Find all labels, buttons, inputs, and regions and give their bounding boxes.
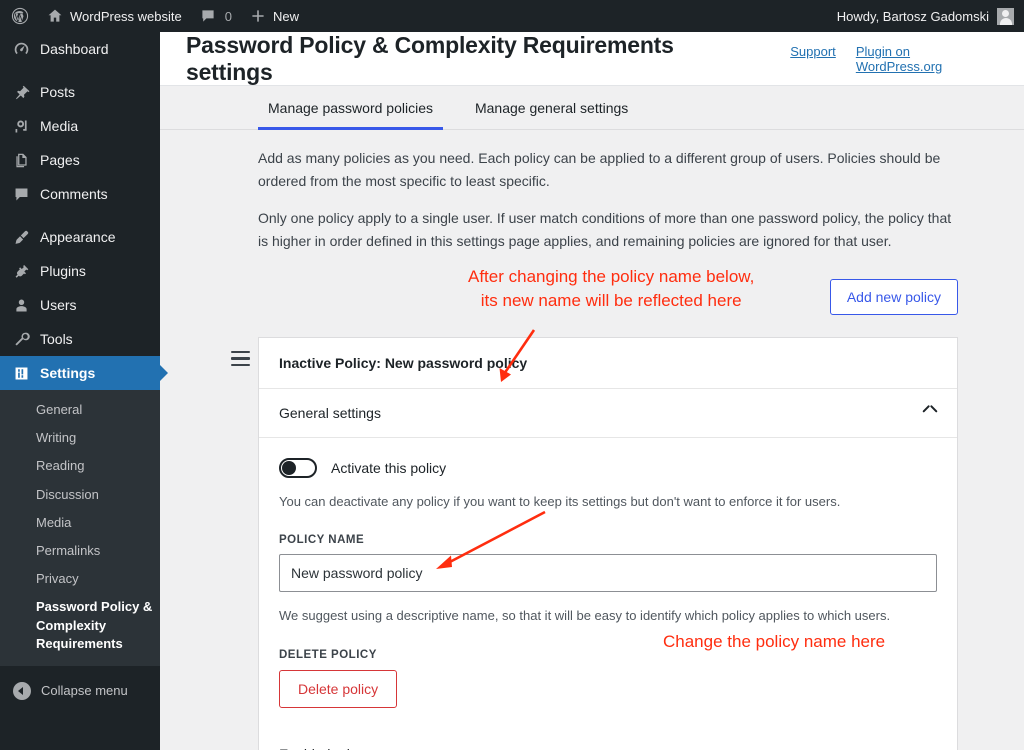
accordion-label: General settings — [279, 404, 381, 421]
tab-manage-general-settings[interactable]: Manage general settings — [465, 86, 638, 130]
sidebar-item-label: Dashboard — [40, 41, 109, 57]
policy-card-title: Inactive Policy: New password policy — [259, 338, 957, 389]
paintbrush-icon — [11, 229, 31, 246]
header-links: Support Plugin on WordPress.org — [790, 44, 1000, 74]
sidebar-item-users[interactable]: Users — [0, 288, 160, 322]
sidebar-item-posts[interactable]: Posts — [0, 75, 160, 109]
sidebar-item-appearance[interactable]: Appearance — [0, 220, 160, 254]
page-icon — [11, 152, 31, 169]
policy-name-helper: We suggest using a descriptive name, so … — [279, 608, 891, 624]
sidebar-item-settings[interactable]: Settings — [0, 356, 160, 390]
new-content-label: New — [272, 8, 299, 24]
accordion-header-enabled-rules[interactable]: Enabled rules — [259, 730, 957, 750]
howdy-user-menu[interactable]: Howdy, Bartosz Gadomski — [837, 0, 989, 32]
sidebar-item-label: Comments — [40, 186, 108, 202]
tab-panel-password-policies: Add as many policies as you need. Each p… — [160, 147, 1024, 750]
sidebar-item-label: Pages — [40, 152, 80, 168]
submenu-item-reading[interactable]: Reading — [0, 452, 160, 480]
accordion-label: Enabled rules — [279, 746, 365, 750]
home-icon — [47, 8, 63, 25]
general-settings-body: Activate this policy You can deactivate … — [259, 438, 957, 730]
annotation-policy-name-reflected: After changing the policy name below, it… — [468, 265, 754, 314]
annotation-line-2: its new name will be reflected here — [480, 291, 742, 311]
settings-sliders-icon — [11, 365, 31, 382]
sidebar-item-comments[interactable]: Comments — [0, 177, 160, 211]
submenu-item-writing[interactable]: Writing — [0, 424, 160, 452]
howdy-label: Howdy, Bartosz Gadomski — [836, 8, 989, 24]
comments-count: 0 — [224, 8, 232, 24]
sidebar-item-dashboard[interactable]: Dashboard — [0, 32, 160, 66]
annotation-row: After changing the policy name below, it… — [258, 261, 1024, 335]
wordpress-logo-icon — [11, 7, 29, 25]
tab-manage-password-policies[interactable]: Manage password policies — [258, 86, 443, 130]
plugin-on-wordpress-link[interactable]: Plugin on WordPress.org — [856, 44, 1000, 74]
accordion-header-general-settings[interactable]: General settings — [259, 389, 957, 438]
collapse-arrow-icon — [13, 681, 31, 700]
annotation-line-1: After changing the policy name below, — [468, 266, 755, 286]
sidebar-item-label: Settings — [40, 365, 96, 381]
activate-policy-label: Activate this policy — [331, 459, 447, 476]
site-name-label: WordPress website — [70, 8, 182, 24]
pin-icon — [11, 84, 31, 101]
submenu-item-privacy[interactable]: Privacy — [0, 565, 160, 593]
annotation-change-policy-name: Change the policy name here — [663, 632, 886, 651]
new-content-button[interactable]: New — [241, 0, 308, 32]
submenu-item-general[interactable]: General — [0, 396, 160, 424]
plus-icon — [250, 8, 266, 25]
site-name-button[interactable]: WordPress website — [38, 0, 191, 32]
submenu-item-password-policy[interactable]: Password Policy & Complexity Requirement… — [0, 593, 160, 658]
sidebar-item-label: Users — [40, 297, 77, 313]
page-header: Password Policy & Complexity Requirement… — [160, 32, 1024, 86]
admin-bar: WordPress website 0 New Howdy, Bartosz G… — [0, 0, 1024, 32]
submenu-item-permalinks[interactable]: Permalinks — [0, 537, 160, 565]
collapse-menu-button[interactable]: Collapse menu — [0, 672, 160, 710]
plug-icon — [11, 263, 31, 280]
page-title: Password Policy & Complexity Requirement… — [186, 32, 674, 85]
activate-policy-helper: You can deactivate any policy if you wan… — [279, 493, 841, 509]
tab-bar: Manage password policies Manage general … — [160, 86, 1024, 130]
media-icon — [11, 118, 31, 135]
policy-name-label: POLICY NAME — [279, 534, 365, 547]
sidebar-item-label: Plugins — [40, 263, 86, 279]
policy-name-input[interactable] — [279, 554, 937, 593]
delete-policy-button[interactable]: Delete policy — [279, 669, 398, 708]
sidebar-item-media[interactable]: Media — [0, 109, 160, 143]
sidebar-item-pages[interactable]: Pages — [0, 143, 160, 177]
sidebar-item-label: Media — [40, 118, 79, 134]
sidebar-item-label: Posts — [40, 84, 76, 100]
comment-bubble-icon — [200, 8, 216, 25]
submenu-item-discussion[interactable]: Discussion — [0, 481, 160, 509]
sidebar-item-plugins[interactable]: Plugins — [0, 254, 160, 288]
wordpress-logo-button[interactable] — [0, 0, 38, 32]
add-new-policy-button[interactable]: Add new policy — [829, 278, 958, 315]
settings-submenu: General Writing Reading Discussion Media… — [0, 390, 160, 666]
sidebar-item-tools[interactable]: Tools — [0, 322, 160, 356]
dashboard-icon — [11, 41, 31, 58]
sidebar-item-label: Appearance — [40, 229, 116, 245]
intro-paragraph-2: Only one policy apply to a single user. … — [258, 210, 952, 250]
comments-button[interactable]: 0 — [191, 0, 241, 32]
submenu-item-media[interactable]: Media — [0, 509, 160, 537]
admin-sidebar: Dashboard Posts Media Pages Comments App… — [0, 32, 160, 750]
user-icon — [11, 297, 31, 314]
activate-policy-toggle[interactable] — [279, 457, 317, 478]
activate-policy-row: Activate this policy — [279, 457, 937, 478]
collapse-menu-label: Collapse menu — [41, 683, 128, 699]
policy-card: Inactive Policy: New password policy Gen… — [258, 336, 958, 750]
wrench-icon — [11, 331, 31, 348]
chevron-up-icon — [923, 408, 937, 417]
user-avatar-icon[interactable] — [997, 7, 1014, 25]
support-link[interactable]: Support — [790, 44, 836, 74]
drag-handle-icon[interactable] — [222, 337, 258, 367]
main-content: Password Policy & Complexity Requirement… — [160, 32, 1024, 750]
sidebar-item-label: Tools — [40, 331, 73, 347]
intro-paragraph-1: Add as many policies as you need. Each p… — [258, 150, 941, 189]
comment-bubble-icon — [11, 186, 31, 203]
policy-list: Inactive Policy: New password policy Gen… — [230, 336, 1024, 750]
